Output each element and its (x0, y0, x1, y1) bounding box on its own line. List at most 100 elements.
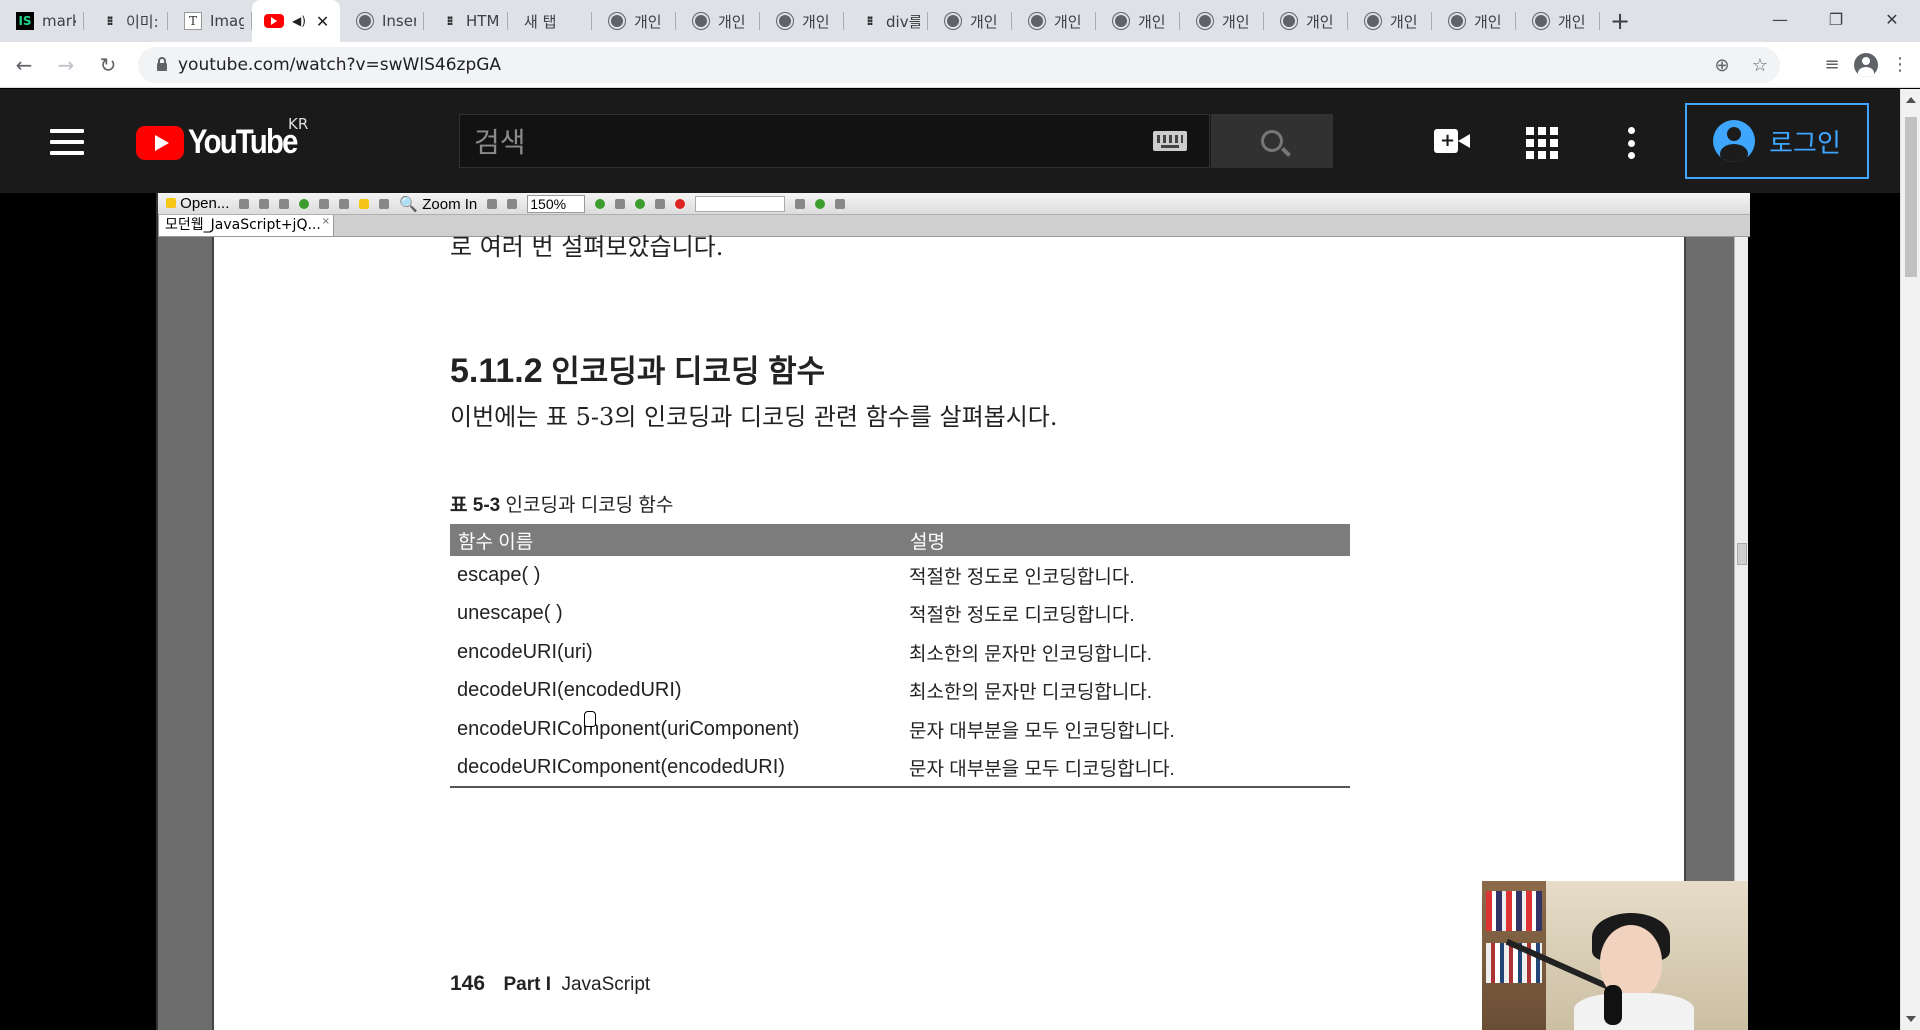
undo-icon (319, 198, 330, 209)
browser-tab[interactable]: 개인 (1348, 0, 1432, 42)
tools-icon (815, 198, 826, 209)
table-row: unescape( ) 적절한 정도로 디코딩합니다. (450, 595, 1350, 634)
browser-tab[interactable]: ◀) ✕ (252, 0, 340, 42)
chrome-menu-icon[interactable]: ⋮ (1886, 51, 1914, 79)
browser-tab[interactable]: 개인 (1516, 0, 1600, 42)
description-cell: 적절한 정도로 인코딩합니다. (909, 566, 1135, 588)
browser-tab[interactable]: 개인 (1180, 0, 1264, 42)
youtube-logo[interactable]: YouTube KR (136, 115, 314, 162)
browser-tab[interactable]: 개인 (760, 0, 844, 42)
browser-toolbar: ← → ↻ youtube.com/watch?v=swWlS46zpGA ⊕ … (0, 42, 1920, 88)
browser-tab-title: mark (42, 12, 76, 30)
lock-icon[interactable] (148, 57, 176, 71)
video-player[interactable]: Open... 🔍 Zoom In 150% 모던웹_JavaScript+jQ… (0, 89, 1900, 1030)
browser-tab[interactable]: 개인 (1264, 0, 1348, 42)
apps-icon[interactable] (1526, 127, 1558, 159)
page-scrollbar[interactable] (1900, 89, 1920, 1030)
youtube-play-icon (136, 125, 184, 160)
browser-tab[interactable]: 개인 (1096, 0, 1180, 42)
next-page-icon (635, 198, 646, 209)
youtube-search-button[interactable] (1211, 114, 1333, 168)
document-tab: 모던웹_JavaScript+jQ... × (158, 215, 334, 237)
viewer-zoom-in: 🔍 Zoom In (399, 195, 478, 213)
browser-tab-title: 개인 (1222, 12, 1250, 31)
table-header-row: 함수 이름 설명 (450, 524, 1350, 556)
forward-button[interactable]: → (48, 47, 84, 83)
page-footer: 146 Part I JavaScript (450, 972, 650, 996)
browser-tab-title: 이미: (126, 12, 159, 31)
fit-page-icon (487, 198, 498, 209)
restore-button[interactable]: ❐ (1808, 0, 1864, 38)
t-icon: T (184, 12, 202, 30)
header-function-name: 함수 이름 (450, 524, 902, 556)
guide-menu-icon[interactable] (50, 129, 84, 155)
function-name-cell: escape( ) (457, 563, 541, 586)
description-cell: 적절한 정도로 디코딩합니다. (909, 605, 1135, 627)
browser-tab[interactable]: 개인 (928, 0, 1012, 42)
youtube-search-input[interactable]: 검색 (459, 114, 1210, 168)
viewer-toolbar: Open... 🔍 Zoom In 150% (158, 193, 1750, 215)
dots-icon: ⁝⁝ (866, 14, 873, 28)
browser-tab[interactable]: ⁝⁝ 이미: (84, 0, 168, 42)
close-window-button[interactable]: ✕ (1864, 0, 1920, 38)
function-name-cell: encodeURI(uri) (457, 640, 593, 663)
section-number: 5.11.2 (450, 352, 543, 390)
previous-text-line: 로 여러 번 설펴보았습니다. (450, 233, 724, 261)
keyboard-icon[interactable] (1153, 131, 1187, 151)
globe-icon (356, 12, 374, 30)
intellij-icon: IS (16, 12, 34, 30)
viewer-search-field (695, 195, 786, 212)
new-tab-button[interactable]: + (1602, 0, 1638, 42)
scroll-down-icon[interactable] (1906, 1016, 1916, 1022)
region-label: KR (288, 115, 309, 133)
browser-tab-title: 개인 (1054, 12, 1082, 31)
globe-icon (1196, 12, 1214, 30)
profile-icon[interactable] (1852, 51, 1880, 79)
browser-tab[interactable]: IS mark (0, 0, 84, 42)
viewer-open-button: Open... (166, 195, 229, 212)
section-title-text: 인코딩과 디코딩 함수 (551, 354, 826, 389)
bookmark-star-icon[interactable]: ☆ (1746, 51, 1774, 79)
browser-tab[interactable]: Inser (340, 0, 424, 42)
address-bar[interactable]: youtube.com/watch?v=swWlS46zpGA ⊕ ☆ (138, 47, 1780, 83)
scroll-up-icon[interactable] (1906, 97, 1916, 103)
part-label: Part I (503, 974, 552, 995)
reload-button[interactable]: ↻ (90, 47, 126, 83)
media-playlist-icon[interactable]: ≡ (1818, 51, 1846, 79)
back-button[interactable]: ← (6, 47, 42, 83)
globe-icon (944, 12, 962, 30)
zoom-level-field: 150% (527, 194, 586, 213)
table-row: escape( ) 적절한 정도로 인코딩합니다. (450, 556, 1350, 595)
close-tab-icon[interactable]: ✕ (316, 12, 329, 31)
settings-more-icon[interactable] (1627, 127, 1635, 159)
zoom-icon[interactable]: ⊕ (1708, 51, 1736, 79)
browser-tab[interactable]: 개인 (1012, 0, 1096, 42)
function-name-cell: encodeURIComponent(uriComponent) (457, 717, 800, 740)
browser-tab[interactable]: ⁝⁝ div를 (844, 0, 928, 42)
webcam-overlay (1482, 881, 1748, 1030)
browser-tab[interactable]: 개인 (1432, 0, 1516, 42)
sign-in-label: 로그인 (1769, 128, 1841, 159)
zoom-in-label: Zoom In (422, 195, 478, 213)
browser-tab[interactable]: T Imag (168, 0, 252, 42)
sign-in-button[interactable]: 로그인 (1685, 103, 1869, 179)
minimize-button[interactable]: — (1752, 0, 1808, 38)
scroll-thumb[interactable] (1905, 117, 1917, 277)
globe-icon (776, 12, 794, 30)
browser-tab-title: 개인 (1138, 12, 1166, 31)
page-number: 146 (450, 972, 486, 995)
globe-icon (1364, 12, 1382, 30)
browser-tab[interactable]: 새 탭 (508, 0, 592, 42)
audio-playing-icon[interactable]: ◀) (292, 14, 306, 28)
browser-tab[interactable]: 개인 (676, 0, 760, 42)
create-video-icon[interactable]: + (1434, 129, 1470, 155)
save-icon (239, 198, 250, 209)
folder-icon (166, 198, 176, 208)
browser-tab[interactable]: 개인 (592, 0, 676, 42)
snapshot-icon (379, 198, 390, 209)
browser-tab[interactable]: ⁝⁝ HTM (424, 0, 508, 42)
dots-icon: ⁝⁝ (106, 14, 113, 28)
globe-icon (1448, 12, 1466, 30)
url-text[interactable]: youtube.com/watch?v=swWlS46zpGA (178, 55, 501, 75)
search-placeholder[interactable]: 검색 (474, 121, 1153, 161)
